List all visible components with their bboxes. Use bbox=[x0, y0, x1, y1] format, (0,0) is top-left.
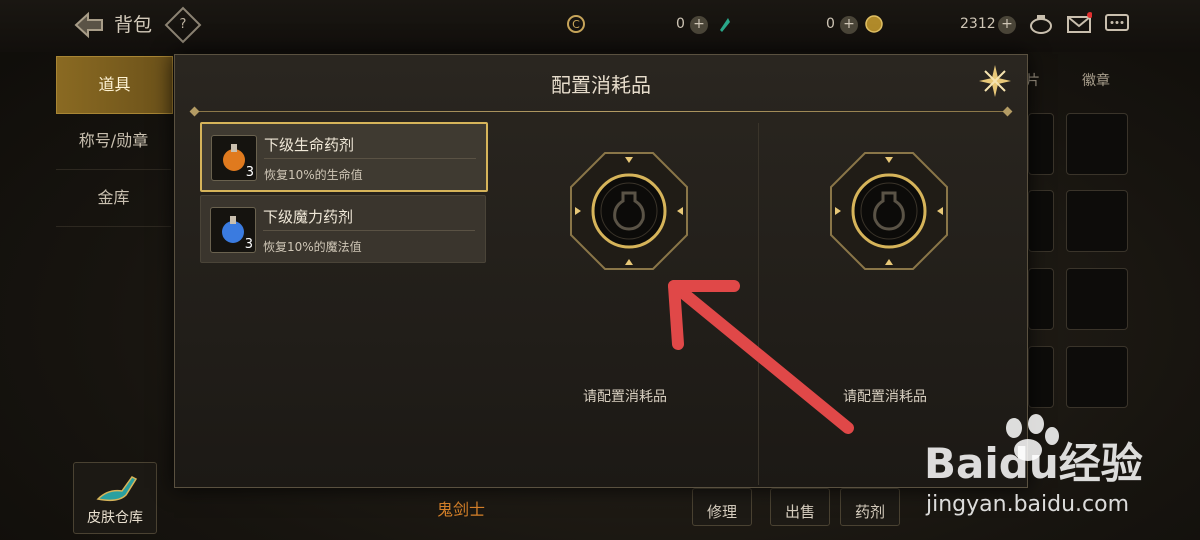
item-count: 3 bbox=[244, 237, 253, 252]
medal-icon bbox=[865, 15, 883, 33]
repair-button[interactable]: 修理 bbox=[692, 488, 752, 526]
repair-label: 修理 bbox=[706, 503, 737, 521]
baidu-watermark: Baidu经验 jingyan.baidu.com bbox=[920, 410, 1200, 540]
currency-1-value: 0 bbox=[676, 16, 685, 32]
currency-2-add-button[interactable]: + bbox=[840, 16, 858, 34]
annotation-arrow-icon bbox=[668, 280, 854, 434]
currency-1-add-button[interactable]: + bbox=[690, 16, 708, 34]
configure-consumables-dialog: 配置消耗品 3 下级生命药剂 恢复10%的生命值 3 下级魔力药剂 恢复10%的… bbox=[174, 54, 1028, 488]
item-icon-frame: 3 bbox=[211, 135, 257, 181]
inventory-slot[interactable] bbox=[1066, 268, 1128, 330]
tab-titles[interactable]: 称号/勋章 bbox=[56, 113, 171, 170]
consumable-slot-1[interactable] bbox=[569, 151, 689, 271]
help-icon: ? bbox=[179, 17, 187, 32]
tab-items[interactable]: 道具 bbox=[56, 56, 173, 114]
item-name: 下级生命药剂 bbox=[264, 136, 355, 154]
sell-label: 出售 bbox=[784, 503, 815, 521]
currency-3-value: 2312 bbox=[960, 16, 996, 32]
chat-icon[interactable] bbox=[1104, 12, 1130, 36]
inventory-slot[interactable] bbox=[1066, 190, 1128, 252]
item-icon-frame: 3 bbox=[210, 207, 256, 253]
gold-coin-icon: C bbox=[567, 15, 585, 33]
item-description: 恢复10%的魔法值 bbox=[263, 240, 362, 254]
currency-2-value: 0 bbox=[826, 16, 835, 32]
skin-warehouse-label: 皮肤仓库 bbox=[87, 510, 143, 526]
slot-1-label: 请配置消耗品 bbox=[583, 389, 667, 405]
inventory-slot[interactable] bbox=[1066, 113, 1128, 175]
gem-icon bbox=[720, 18, 730, 32]
title-divider bbox=[195, 111, 1007, 112]
inventory-slot[interactable] bbox=[1028, 268, 1054, 330]
cauldron-icon[interactable] bbox=[1028, 12, 1054, 36]
currency-3-add-button[interactable]: + bbox=[998, 16, 1016, 34]
item-divider bbox=[264, 158, 476, 159]
inventory-slot[interactable] bbox=[1028, 113, 1054, 175]
back-arrow-icon[interactable] bbox=[72, 10, 106, 40]
consumable-item-mp[interactable]: 3 下级魔力药剂 恢复10%的魔法值 bbox=[200, 195, 486, 263]
consumable-item-hp[interactable]: 3 下级生命药剂 恢复10%的生命值 bbox=[200, 122, 488, 192]
mail-icon[interactable] bbox=[1066, 12, 1092, 36]
potion-label: 药剂 bbox=[854, 503, 885, 521]
svg-text:C: C bbox=[572, 18, 580, 31]
item-description: 恢复10%的生命值 bbox=[264, 168, 363, 182]
sell-button[interactable]: 出售 bbox=[770, 488, 830, 526]
item-divider bbox=[263, 230, 475, 231]
skin-warehouse-button[interactable]: 皮肤仓库 bbox=[73, 462, 157, 534]
inventory-slot[interactable] bbox=[1066, 346, 1128, 408]
potion-button[interactable]: 药剂 bbox=[840, 488, 900, 526]
tab-badges[interactable]: 徽章 bbox=[1082, 70, 1110, 90]
help-button[interactable]: ? bbox=[164, 6, 202, 44]
inventory-slot[interactable] bbox=[1028, 346, 1054, 408]
tab-vault[interactable]: 金库 bbox=[56, 170, 171, 227]
inventory-slot[interactable] bbox=[1028, 190, 1054, 252]
page-title: 背包 bbox=[114, 14, 153, 36]
item-count: 3 bbox=[245, 165, 254, 180]
top-bar: 背包 ? C 0 + 0 + 2312 + bbox=[0, 0, 1200, 52]
item-name: 下级魔力药剂 bbox=[263, 208, 354, 226]
dialog-title: 配置消耗品 bbox=[551, 73, 651, 97]
consumable-slot-2[interactable] bbox=[829, 151, 949, 271]
character-name: 鬼剑士 bbox=[437, 500, 486, 519]
watermark-brand: Baidu经验 bbox=[924, 439, 1143, 488]
watermark-url: jingyan.baidu.com bbox=[926, 492, 1130, 517]
brush-icon bbox=[96, 476, 138, 502]
tab-fragments-partial[interactable]: 片 bbox=[1026, 70, 1040, 90]
close-icon[interactable] bbox=[975, 61, 1015, 101]
